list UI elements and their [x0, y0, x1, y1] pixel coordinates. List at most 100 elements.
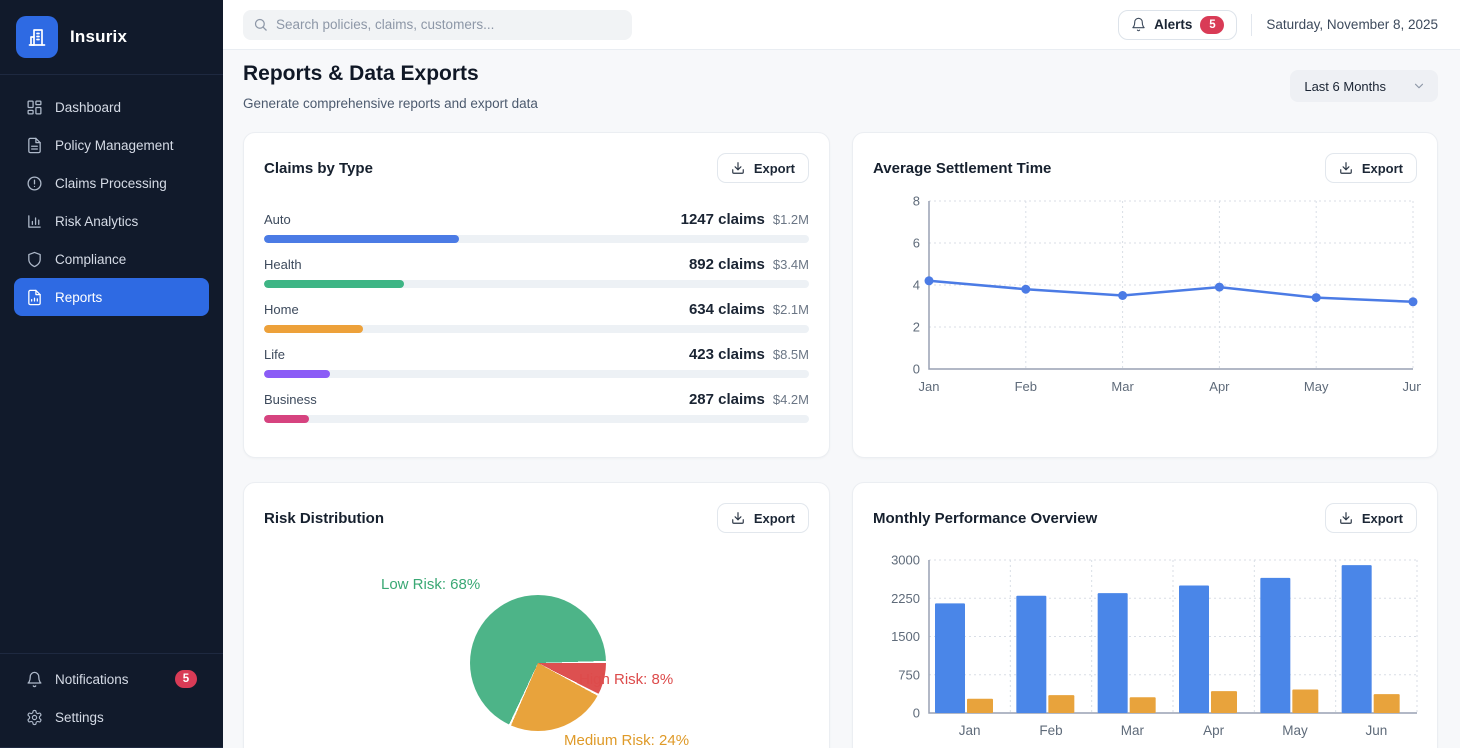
- claim-amount: $2.1M: [773, 302, 809, 317]
- chevron-down-icon: [1412, 79, 1426, 93]
- notifications-badge: 5: [175, 670, 197, 688]
- gear-icon: [26, 709, 43, 726]
- claim-amount: $4.2M: [773, 392, 809, 407]
- topbar-divider: [1251, 14, 1252, 36]
- date-range-select[interactable]: Last 6 Months: [1290, 70, 1438, 102]
- risk-pie-chart: Low Risk: 68% High Risk: 8% Medium Risk:…: [244, 483, 829, 748]
- bell-icon: [1131, 17, 1146, 32]
- claim-amount: $8.5M: [773, 347, 809, 362]
- svg-text:Mar: Mar: [1111, 379, 1134, 394]
- sidebar-item-compliance[interactable]: Compliance: [14, 240, 209, 278]
- current-date: Saturday, November 8, 2025: [1266, 17, 1438, 32]
- claim-type-label: Health: [264, 257, 302, 272]
- svg-text:May: May: [1282, 723, 1308, 738]
- page-subtitle: Generate comprehensive reports and expor…: [243, 96, 538, 111]
- svg-text:Apr: Apr: [1209, 379, 1230, 394]
- alerts-label: Alerts: [1154, 17, 1192, 32]
- sidebar-item-policy-management[interactable]: Policy Management: [14, 126, 209, 164]
- pie-label-medium-risk: Medium Risk: 24%: [564, 732, 689, 748]
- svg-text:2: 2: [913, 320, 920, 335]
- claim-type-label: Business: [264, 392, 317, 407]
- svg-text:Feb: Feb: [1015, 379, 1037, 394]
- svg-text:2250: 2250: [891, 591, 920, 606]
- claim-bar-fill: [264, 280, 404, 288]
- sidebar-item-risk-analytics[interactable]: Risk Analytics: [14, 202, 209, 240]
- sidebar-item-notifications[interactable]: Notifications 5: [14, 660, 209, 698]
- claim-bar-track: [264, 370, 809, 378]
- svg-text:Apr: Apr: [1203, 723, 1225, 738]
- building-icon: [16, 16, 58, 58]
- settlement-line-chart: 0 2 4 6 8 Jan Feb Mar Apr May Jun: [873, 189, 1421, 401]
- file-text-icon: [26, 137, 43, 154]
- export-button-monthly[interactable]: Export: [1325, 503, 1417, 533]
- sidebar-item-dashboard[interactable]: Dashboard: [14, 88, 209, 126]
- file-chart-icon: [26, 289, 43, 306]
- download-icon: [731, 161, 745, 175]
- sidebar-item-claims-processing[interactable]: Claims Processing: [14, 164, 209, 202]
- claim-count: 287 claims: [689, 391, 765, 408]
- claim-type-row: Health892 claims$3.4M: [264, 256, 809, 301]
- main-area: Alerts 5 Saturday, November 8, 2025 Repo…: [223, 0, 1460, 748]
- sidebar-item-reports[interactable]: Reports: [14, 278, 209, 316]
- pie-label-high-risk: High Risk: 8%: [579, 671, 673, 688]
- monthly-bar-chart: 0750150022503000JanFebMarAprMayJun: [873, 551, 1421, 748]
- card-monthly-performance: Monthly Performance Overview Export 0 750…: [852, 482, 1438, 748]
- sidebar-item-settings[interactable]: Settings: [14, 698, 209, 736]
- sidebar: Insurix Dashboard Policy Management Clai…: [0, 0, 223, 748]
- alerts-badge: 5: [1200, 16, 1224, 34]
- sidebar-nav: Dashboard Policy Management Claims Proce…: [0, 75, 223, 316]
- svg-text:Mar: Mar: [1121, 723, 1145, 738]
- alerts-button[interactable]: Alerts 5: [1118, 10, 1237, 40]
- pie-graphic: [470, 595, 606, 731]
- claim-bar-fill: [264, 370, 330, 378]
- svg-text:1500: 1500: [891, 629, 920, 644]
- topbar-right: Alerts 5 Saturday, November 8, 2025: [1118, 10, 1438, 40]
- svg-text:May: May: [1304, 379, 1329, 394]
- svg-text:Jan: Jan: [919, 379, 940, 394]
- svg-text:0: 0: [913, 362, 920, 377]
- export-button-settlement[interactable]: Export: [1325, 153, 1417, 183]
- search-icon: [253, 17, 268, 32]
- download-icon: [1339, 511, 1353, 525]
- page-header: Reports & Data Exports Generate comprehe…: [223, 50, 1460, 111]
- topbar: Alerts 5 Saturday, November 8, 2025: [223, 0, 1460, 50]
- date-range-value: Last 6 Months: [1304, 79, 1386, 94]
- claim-bar-fill: [264, 235, 459, 243]
- svg-text:Jan: Jan: [959, 723, 981, 738]
- card-title: Monthly Performance Overview: [873, 510, 1097, 527]
- shield-icon: [26, 251, 43, 268]
- download-icon: [1339, 161, 1353, 175]
- bar-chart-icon: [26, 213, 43, 230]
- svg-text:8: 8: [913, 194, 920, 209]
- claim-bar-track: [264, 325, 809, 333]
- svg-text:6: 6: [913, 236, 920, 251]
- search-box[interactable]: [243, 10, 632, 40]
- svg-text:4: 4: [913, 278, 920, 293]
- svg-text:Jun: Jun: [1403, 379, 1421, 394]
- claim-type-label: Home: [264, 302, 299, 317]
- claims-type-list: Auto1247 claims$1.2MHealth892 claims$3.4…: [264, 211, 809, 436]
- svg-text:750: 750: [898, 667, 920, 682]
- card-average-settlement-time: Average Settlement Time Export 0 2 4 6 8 Jan F…: [852, 132, 1438, 458]
- card-risk-distribution: Risk Distribution Export Low Risk: 68% H…: [243, 482, 830, 748]
- sidebar-bottom-nav: Notifications 5 Settings: [0, 654, 223, 736]
- app-logo: Insurix: [0, 0, 223, 75]
- claim-type-label: Auto: [264, 212, 291, 227]
- pie-label-low-risk: Low Risk: 68%: [381, 576, 480, 593]
- card-title: Claims by Type: [264, 160, 373, 177]
- claim-count: 892 claims: [689, 256, 765, 273]
- claim-type-row: Auto1247 claims$1.2M: [264, 211, 809, 256]
- claim-count: 634 claims: [689, 301, 765, 318]
- sidebar-bottom-pad: [0, 736, 223, 747]
- claim-bar-fill: [264, 325, 363, 333]
- claim-type-row: Life423 claims$8.5M: [264, 346, 809, 391]
- svg-text:0: 0: [913, 706, 920, 721]
- claim-bar-fill: [264, 415, 309, 423]
- cards-grid: Claims by Type Export Auto1247 claims$1.…: [243, 132, 1440, 748]
- export-button-claims[interactable]: Export: [717, 153, 809, 183]
- app-name: Insurix: [70, 27, 127, 47]
- alert-circle-icon: [26, 175, 43, 192]
- claim-amount: $1.2M: [773, 212, 809, 227]
- card-title: Average Settlement Time: [873, 160, 1051, 177]
- search-input[interactable]: [276, 17, 622, 32]
